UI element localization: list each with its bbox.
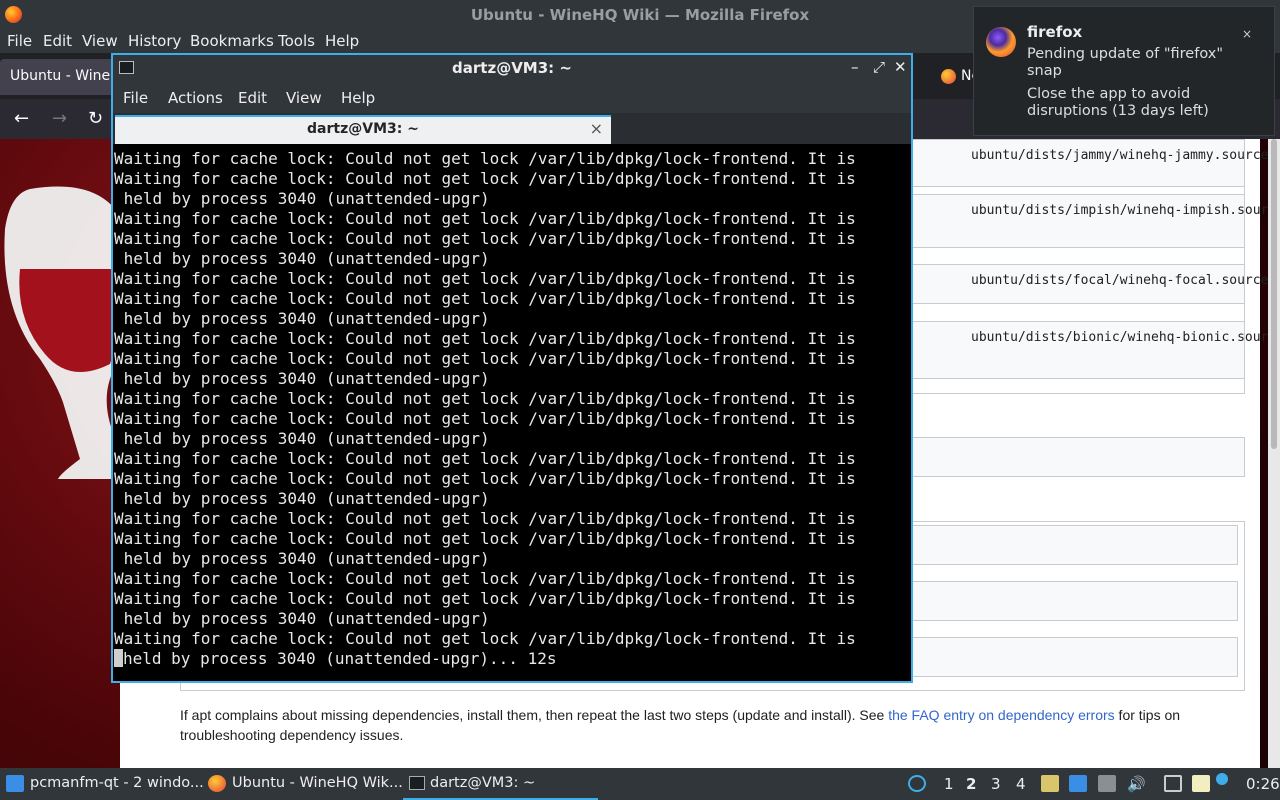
terminal-line: Waiting for cache lock: Could not get lo… [114, 469, 856, 488]
firefox-icon [208, 775, 226, 792]
terminal-title: dartz@VM3: ~ [452, 59, 572, 77]
terminal-line: Waiting for cache lock: Could not get lo… [114, 289, 856, 308]
terminal-line: held by process 3040 (unattended-upgr) [114, 369, 490, 388]
terminal-line: held by process 3040 (unattended-upgr)..… [123, 649, 557, 668]
tab-new[interactable]: Ne [935, 59, 980, 95]
notification-line: Close the app to avoid disruptions (13 d… [1027, 86, 1209, 119]
task-label: dartz@VM3: ~ [430, 775, 536, 791]
terminal-line: Waiting for cache lock: Could not get lo… [114, 229, 856, 248]
terminal-line: held by process 3040 (unattended-upgr) [114, 249, 490, 268]
tab-label: Ubuntu - WineH [10, 68, 121, 84]
terminal-line: Waiting for cache lock: Could not get lo… [114, 409, 856, 428]
terminal-cursor [114, 649, 123, 667]
notification-message: Pending update of "firefox" snap Close t… [1027, 46, 1257, 126]
terminal-window: dartz@VM3: ~ – ⤢ ✕ File Actions Edit Vie… [111, 53, 913, 683]
terminal-line: Waiting for cache lock: Could not get lo… [114, 449, 856, 468]
volume-icon[interactable]: 🔊 [1127, 775, 1146, 793]
back-icon[interactable]: ← [14, 108, 29, 129]
close-icon[interactable]: ✕ [894, 58, 907, 76]
files-icon[interactable] [1041, 775, 1059, 792]
terminal-line: Waiting for cache lock: Could not get lo… [114, 169, 856, 188]
term-menu-view[interactable]: View [286, 89, 322, 107]
show-desktop-icon[interactable] [1069, 775, 1087, 792]
terminal-line: Waiting for cache lock: Could not get lo… [114, 349, 856, 368]
terminal-line: Waiting for cache lock: Could not get lo… [114, 209, 856, 228]
ff-menu-view[interactable]: View [82, 32, 118, 50]
firefox-favicon-icon [941, 69, 956, 84]
term-menu-file[interactable]: File [123, 89, 148, 107]
faq-dependency-link[interactable]: the FAQ entry on dependency errors [888, 707, 1114, 723]
terminal-line: Waiting for cache lock: Could not get lo… [114, 569, 856, 588]
terminal-line: Waiting for cache lock: Could not get lo… [114, 149, 856, 168]
terminal-line: Waiting for cache lock: Could not get lo… [114, 589, 856, 608]
minimize-icon[interactable]: – [851, 58, 859, 76]
workspace-4[interactable]: 4 [1016, 775, 1026, 793]
notification-close-icon[interactable]: × [1242, 27, 1252, 41]
task-firefox[interactable]: Ubuntu - WineHQ Wik... [202, 768, 403, 800]
notification-line: Pending update of "firefox" snap [1027, 46, 1224, 79]
term-menu-help[interactable]: Help [341, 89, 375, 107]
update-notifier-icon[interactable] [908, 775, 926, 792]
terminal-output[interactable]: Waiting for cache lock: Could not get lo… [114, 149, 910, 679]
page-scrollbar[interactable] [1268, 139, 1280, 768]
forward-icon[interactable]: → [52, 108, 67, 129]
workspace-1[interactable]: 1 [944, 775, 954, 793]
terminal-tabbar: dartz@VM3: ~ × [113, 113, 911, 144]
clock[interactable]: 0:26 [1246, 775, 1280, 793]
network-icon[interactable] [1164, 775, 1182, 792]
paragraph-text: If apt complains about missing dependenc… [180, 707, 889, 723]
task-pcmanfm[interactable]: pcmanfm-qt - 2 windo... [0, 768, 204, 800]
terminal-line: held by process 3040 (unattended-upgr) [114, 609, 490, 628]
taskbar: pcmanfm-qt - 2 windo... Ubuntu - WineHQ … [0, 768, 1280, 800]
task-label: Ubuntu - WineHQ Wik... [232, 775, 403, 791]
terminal-line: held by process 3040 (unattended-upgr) [114, 309, 490, 328]
terminal-line: Waiting for cache lock: Could not get lo… [114, 509, 856, 528]
ff-menu-edit[interactable]: Edit [43, 32, 72, 50]
wine-glass-logo [4, 186, 122, 479]
terminal-titlebar[interactable]: dartz@VM3: ~ – ⤢ ✕ [113, 55, 911, 81]
tab-winehq-ubuntu[interactable]: Ubuntu - WineH [0, 59, 121, 95]
ff-menu-tools[interactable]: Tools [278, 32, 315, 50]
folder-icon [6, 775, 24, 792]
terminal-line: Waiting for cache lock: Could not get lo… [114, 629, 856, 648]
terminal-icon [409, 776, 425, 790]
notification-app-name: firefox [1027, 23, 1083, 41]
terminal-lines: Waiting for cache lock: Could not get lo… [114, 149, 910, 649]
ff-menu-file[interactable]: File [7, 32, 32, 50]
terminal-line: held by process 3040 (unattended-upgr) [114, 189, 490, 208]
notification-indicator-icon[interactable] [1216, 773, 1228, 785]
tab-close-icon[interactable]: × [590, 119, 603, 138]
terminal-line: Waiting for cache lock: Could not get lo… [114, 529, 856, 548]
term-menu-edit[interactable]: Edit [238, 89, 267, 107]
dependency-help-paragraph: If apt complains about missing dependenc… [180, 705, 1220, 745]
workspace-3[interactable]: 3 [991, 775, 1001, 793]
task-label: pcmanfm-qt - 2 windo... [30, 775, 204, 791]
maximize-icon[interactable]: ⤢ [873, 58, 885, 76]
ff-menu-bookmarks[interactable]: Bookmarks [190, 32, 274, 50]
task-terminal[interactable]: dartz@VM3: ~ [403, 768, 598, 800]
scrollbar-thumb[interactable] [1271, 139, 1277, 449]
update-notification[interactable]: firefox × Pending update of "firefox" sn… [973, 6, 1275, 136]
reload-icon[interactable]: ↻ [88, 108, 103, 129]
terminal-line: held by process 3040 (unattended-upgr) [114, 489, 490, 508]
removable-media-icon[interactable] [1098, 775, 1116, 792]
ff-menu-history[interactable]: History [128, 32, 181, 50]
terminal-menubar: File Actions Edit View Help [113, 81, 911, 113]
terminal-tab-label: dartz@VM3: ~ [307, 121, 419, 137]
clipboard-icon[interactable] [1192, 775, 1210, 792]
terminal-line: Waiting for cache lock: Could not get lo… [114, 269, 856, 288]
firefox-logo-icon [986, 27, 1016, 57]
terminal-line: Waiting for cache lock: Could not get lo… [114, 389, 856, 408]
terminal-line: Waiting for cache lock: Could not get lo… [114, 329, 856, 348]
terminal-line: held by process 3040 (unattended-upgr) [114, 549, 490, 568]
ff-menu-help[interactable]: Help [325, 32, 359, 50]
terminal-tab[interactable]: dartz@VM3: ~ × [115, 115, 611, 144]
workspace-2[interactable]: 2 [966, 775, 976, 793]
terminal-last-line: held by process 3040 (unattended-upgr)..… [114, 649, 910, 669]
terminal-line: held by process 3040 (unattended-upgr) [114, 429, 490, 448]
term-menu-actions[interactable]: Actions [168, 89, 223, 107]
